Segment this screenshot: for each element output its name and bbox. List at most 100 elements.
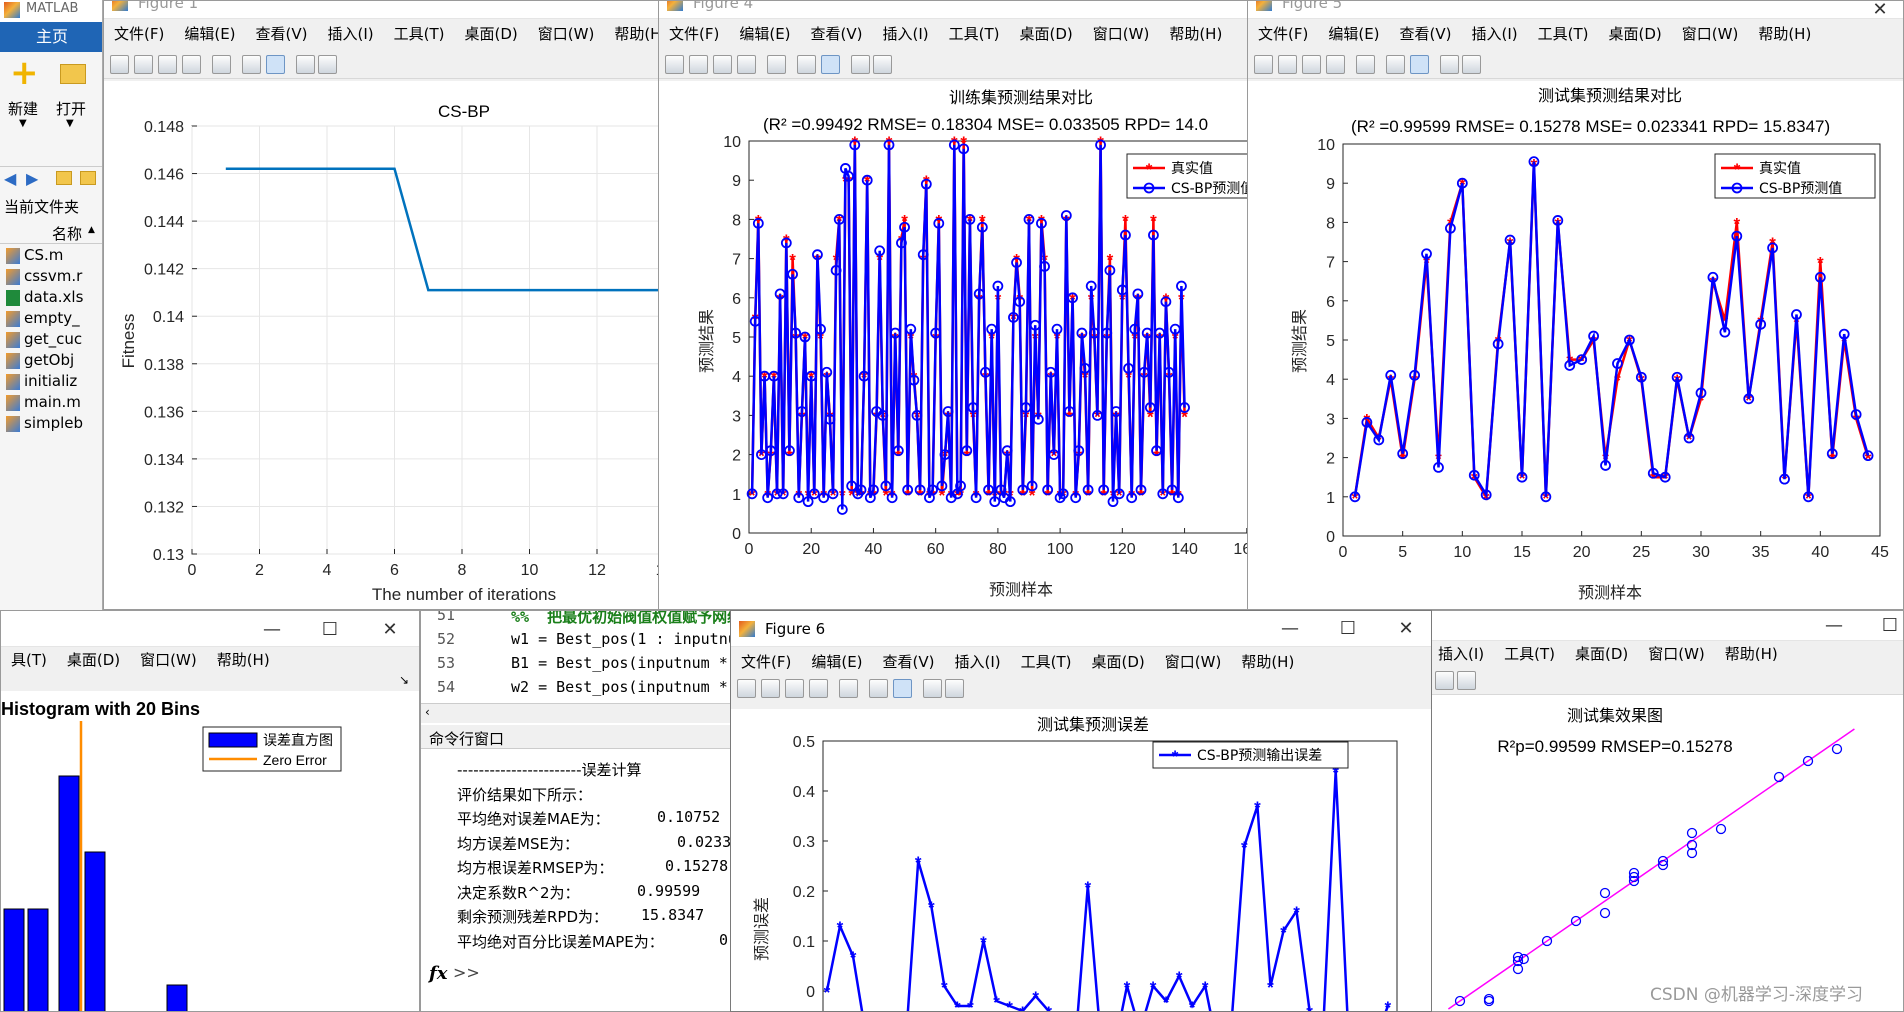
chevron-down-icon[interactable]: ▼ [66,118,74,129]
property-editor-icon[interactable] [1462,55,1481,74]
open-button[interactable]: 打开 [56,98,86,119]
up-folder-icon[interactable] [56,171,72,185]
menu-item[interactable]: 桌面(D) [1082,649,1155,675]
open-file-icon[interactable] [134,55,153,74]
menu-item[interactable]: 插入(I) [1428,641,1494,667]
dock-arrow-icon[interactable]: ↘ [399,673,409,687]
property-editor-icon[interactable] [318,55,337,74]
code-line[interactable]: B1 = Best_pos(inputnum * hiddennum + 1 :… [511,654,739,672]
menu-item[interactable]: 文件(F) [1248,21,1318,47]
new-figure-icon[interactable] [110,55,129,74]
menu-item[interactable]: 工具(T) [1011,649,1082,675]
property-editor-icon[interactable] [945,679,964,698]
open-file-icon[interactable] [1278,55,1297,74]
browse-folder-icon[interactable] [80,171,96,185]
tab-home[interactable]: 主页 [0,22,102,52]
menu-item[interactable]: 文件(F) [731,649,801,675]
colorbar-icon[interactable] [869,679,888,698]
minimize-icon[interactable]: — [1267,614,1313,644]
new-icon[interactable]: + [10,56,39,90]
pointer-icon[interactable] [923,679,942,698]
legend-icon[interactable] [266,55,285,74]
print-icon[interactable] [1326,55,1345,74]
print-icon[interactable] [809,679,828,698]
link-icon[interactable] [767,55,786,74]
menu-item[interactable]: 桌面(D) [57,647,130,673]
link-icon[interactable] [1356,55,1375,74]
menu-item[interactable]: 帮助(H) [604,21,662,47]
menu-item[interactable]: 文件(F) [104,21,174,47]
legend-icon[interactable] [821,55,840,74]
menu-item[interactable]: 工具(T) [939,21,1010,47]
legend-icon[interactable] [1410,55,1429,74]
pointer-icon[interactable] [851,55,870,74]
menu-item[interactable]: 窗口(W) [1083,21,1160,47]
code-line[interactable]: w1 = Best_pos(1 : inputnum * hiddennum); [511,630,739,648]
close-icon[interactable]: ✕ [1383,614,1429,644]
colorbar-icon[interactable] [242,55,261,74]
menu-item[interactable]: 桌面(D) [1599,21,1672,47]
colorbar-icon[interactable] [1386,55,1405,74]
name-column-header[interactable]: 名称 [52,223,82,244]
file-list-item[interactable]: getObj [6,351,74,369]
open-file-icon[interactable] [689,55,708,74]
save-icon[interactable] [1302,55,1321,74]
new-figure-icon[interactable] [665,55,684,74]
open-file-icon[interactable] [761,679,780,698]
property-editor-icon[interactable] [1457,671,1476,690]
minimize-icon[interactable]: — [1811,611,1857,641]
legend-icon[interactable] [893,679,912,698]
maximize-icon[interactable]: ☐ [1325,614,1371,644]
open-folder-icon[interactable] [60,64,86,84]
file-list-header[interactable]: 名称 ▲ [0,220,102,244]
pointer-icon[interactable] [1435,671,1454,690]
menu-item[interactable]: 窗口(W) [1638,641,1715,667]
menu-item[interactable]: 桌面(D) [1010,21,1083,47]
save-icon[interactable] [785,679,804,698]
menu-item[interactable]: 帮助(H) [207,647,280,673]
back-icon[interactable]: ◀ [4,169,16,188]
maximize-icon[interactable]: ☐ [1867,611,1903,641]
file-list-item[interactable]: data.xls [6,288,83,306]
file-list-item[interactable]: get_cuc [6,330,82,348]
pointer-icon[interactable] [296,55,315,74]
chevron-down-icon[interactable]: ▼ [19,118,27,129]
file-list-item[interactable]: main.m [6,393,81,411]
menu-item[interactable]: 查看(V) [801,21,873,47]
menu-item[interactable]: 窗口(W) [130,647,207,673]
editor-hscroll[interactable]: ‹ [421,703,739,723]
new-figure-icon[interactable] [737,679,756,698]
save-icon[interactable] [713,55,732,74]
file-list-item[interactable]: cssvm.r [6,267,82,285]
menu-item[interactable]: 窗口(W) [1155,649,1232,675]
file-list-item[interactable]: CS.m [6,246,63,264]
menu-item[interactable]: 插入(I) [945,649,1011,675]
menu-item[interactable]: 帮助(H) [1715,641,1788,667]
menu-item[interactable]: 桌面(D) [1565,641,1638,667]
menu-item[interactable]: 帮助(H) [1748,21,1821,47]
menu-item[interactable]: 工具(T) [1528,21,1599,47]
menu-item[interactable]: 窗口(W) [1672,21,1749,47]
menu-item[interactable]: 查看(V) [1390,21,1462,47]
save-icon[interactable] [158,55,177,74]
file-list-item[interactable]: simpleb [6,414,83,432]
code-line[interactable]: w2 = Best_pos(inputnum * hiddennum + ... [511,678,739,696]
menu-item[interactable]: 桌面(D) [455,21,528,47]
new-button[interactable]: 新建 [8,98,38,119]
menu-item[interactable]: 插入(I) [318,21,384,47]
menu-item[interactable]: 编辑(E) [801,649,872,675]
menu-item[interactable]: 工具(T) [384,21,455,47]
menu-item[interactable]: 查看(V) [873,649,945,675]
menu-item[interactable]: 帮助(H) [1159,21,1232,47]
menu-item[interactable]: 窗口(W) [528,21,605,47]
close-icon[interactable]: ✕ [367,615,413,645]
menu-item[interactable]: 文件(F) [659,21,729,47]
new-figure-icon[interactable] [1254,55,1273,74]
file-list-item[interactable]: initializ [6,372,77,390]
code-line[interactable]: %% 把最优初始阀值权值赋予网络预测 [511,611,739,627]
property-editor-icon[interactable] [873,55,892,74]
link-icon[interactable] [839,679,858,698]
scroll-left-icon[interactable]: ‹ [425,705,430,719]
print-icon[interactable] [737,55,756,74]
forward-icon[interactable]: ▶ [26,169,38,188]
